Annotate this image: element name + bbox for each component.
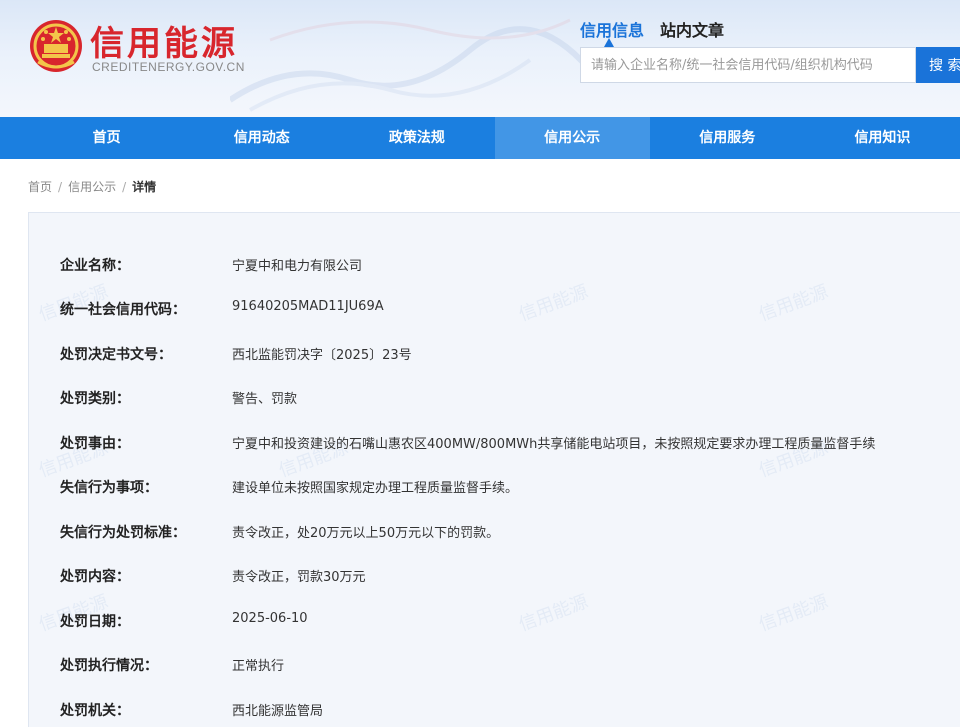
detail-row-penalty-type: 处罚类别： 警告、罚款 <box>29 388 960 412</box>
detail-value: 宁夏中和电力有限公司 <box>232 259 363 274</box>
detail-value: 建设单位未按照国家规定办理工程质量监督手续。 <box>232 481 519 496</box>
site-header: 信用能源 CREDITENERGY.GOV.CN 信用信息 站内文章 搜 索 <box>0 0 960 117</box>
active-tab-caret-icon <box>604 38 614 47</box>
nav-item-credit-news[interactable]: 信用动态 <box>184 117 339 159</box>
detail-value: 西北监能罚决字〔2025〕23号 <box>232 348 412 363</box>
detail-label: 处罚类别： <box>60 391 130 407</box>
penalty-detail-panel: 信用能源 信用能源 信用能源 信用能源 信用能源 信用能源 信用能源 信用能源 … <box>28 212 960 727</box>
nav-item-credit-services[interactable]: 信用服务 <box>650 117 805 159</box>
detail-label: 处罚事由： <box>60 436 130 452</box>
detail-value: 91640205MAD11JU69A <box>232 299 384 314</box>
detail-row-decision-number: 处罚决定书文号： 西北监能罚决字〔2025〕23号 <box>29 344 960 368</box>
nav-item-credit-disclosure[interactable]: 信用公示 <box>494 117 650 159</box>
breadcrumb: 首页 / 信用公示 / 详情 <box>28 178 156 195</box>
nav-item-credit-knowledge[interactable]: 信用知识 <box>805 117 960 159</box>
detail-row-penalty-standard: 失信行为处罚标准： 责令改正，处20万元以上50万元以下的罚款。 <box>29 522 960 546</box>
main-nav: 首页 信用动态 政策法规 信用公示 信用服务 信用知识 <box>0 117 960 159</box>
detail-value: 正常执行 <box>232 659 285 674</box>
detail-label: 处罚内容： <box>60 569 130 585</box>
breadcrumb-separator: / <box>122 180 127 194</box>
detail-row-penalty-reason: 处罚事由： 宁夏中和投资建设的石嘴山惠农区400MW/800MWh共享储能电站项… <box>29 433 960 457</box>
breadcrumb-separator: / <box>58 180 63 194</box>
great-wall-decoration <box>230 18 590 112</box>
detail-row-credit-code: 统一社会信用代码： 91640205MAD11JU69A <box>29 299 960 323</box>
search-input[interactable] <box>580 47 916 83</box>
detail-row-authority: 处罚机关： 西北能源监管局 <box>29 700 960 724</box>
search-tab-site-articles[interactable]: 站内文章 <box>660 17 724 41</box>
detail-value: 责令改正，处20万元以上50万元以下的罚款。 <box>232 526 500 541</box>
detail-row-execution-status: 处罚执行情况： 正常执行 <box>29 655 960 679</box>
detail-label: 处罚执行情况： <box>60 658 158 674</box>
detail-value: 责令改正，罚款30万元 <box>232 570 366 585</box>
detail-value: 警告、罚款 <box>232 392 298 407</box>
detail-label: 失信行为处罚标准： <box>60 525 186 541</box>
detail-label: 处罚机关： <box>60 703 130 719</box>
nav-item-policies[interactable]: 政策法规 <box>339 117 494 159</box>
search-button[interactable]: 搜 索 <box>916 47 960 83</box>
detail-row-penalty-date: 处罚日期： 2025-06-10 <box>29 611 960 635</box>
detail-label: 处罚日期： <box>60 614 130 630</box>
breadcrumb-home[interactable]: 首页 <box>28 180 52 194</box>
brand-title[interactable]: 信用能源 <box>90 16 238 65</box>
national-emblem-logo[interactable] <box>28 18 84 74</box>
detail-label: 处罚决定书文号： <box>60 347 172 363</box>
detail-row-violation-item: 失信行为事项： 建设单位未按照国家规定办理工程质量监督手续。 <box>29 477 960 501</box>
detail-value: 2025-06-10 <box>232 611 308 626</box>
detail-row-penalty-content: 处罚内容： 责令改正，罚款30万元 <box>29 566 960 590</box>
breadcrumb-credit-disclosure[interactable]: 信用公示 <box>68 180 116 194</box>
detail-row-company-name: 企业名称： 宁夏中和电力有限公司 <box>29 255 960 279</box>
detail-value: 西北能源监管局 <box>232 704 324 719</box>
detail-label: 统一社会信用代码： <box>60 302 186 318</box>
breadcrumb-current: 详情 <box>132 180 157 194</box>
nav-item-home[interactable]: 首页 <box>0 117 184 159</box>
brand-domain: CREDITENERGY.GOV.CN <box>92 60 245 74</box>
detail-label: 企业名称： <box>60 258 130 274</box>
detail-value: 宁夏中和投资建设的石嘴山惠农区400MW/800MWh共享储能电站项目，未按照规… <box>232 437 876 452</box>
detail-label: 失信行为事项： <box>60 480 158 496</box>
